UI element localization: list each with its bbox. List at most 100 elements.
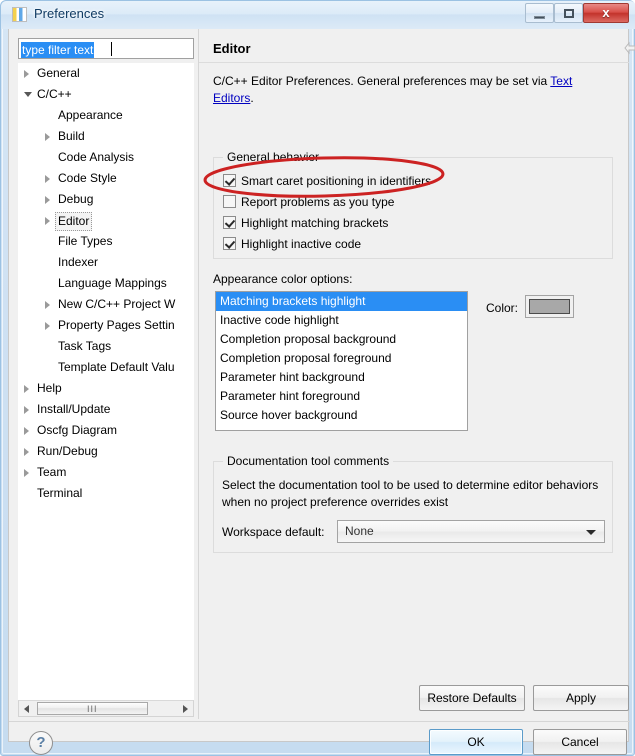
tree-item-label: Language Mappings [58, 276, 167, 290]
page-description-prefix: C/C++ Editor Preferences. General prefer… [213, 74, 551, 88]
tree-item-new-c-c-project-w[interactable]: New C/C++ Project W [18, 294, 194, 315]
title-separator [199, 62, 629, 63]
cancel-button[interactable]: Cancel [533, 729, 627, 755]
tree-item-label: Oscfg Diagram [37, 423, 118, 437]
triangle-down-icon[interactable] [24, 92, 32, 97]
scrollbar-thumb[interactable]: III [37, 702, 148, 715]
apply-button[interactable]: Apply [533, 685, 629, 711]
color-option-item[interactable]: Completion proposal background [216, 330, 467, 349]
general-behavior-title: General behavior [223, 150, 324, 164]
filter-input[interactable]: type filter text [18, 38, 194, 59]
tree-item-general[interactable]: General [18, 63, 194, 84]
restore-defaults-button[interactable]: Restore Defaults [419, 685, 525, 711]
tree-item-label: Editor [55, 212, 93, 231]
tree-item-team[interactable]: Team [18, 462, 194, 483]
triangle-right-icon[interactable] [45, 217, 50, 225]
checkbox-label: Highlight matching brackets [241, 216, 389, 230]
checkbox-unchecked-icon[interactable] [223, 195, 236, 208]
page-description-suffix: . [250, 91, 254, 105]
preferences-tree[interactable]: General C/C++ Appearance Build Code Analysis… [18, 63, 194, 700]
triangle-right-icon[interactable] [24, 406, 29, 414]
appearance-color-options-list[interactable]: Matching brackets highlight Inactive code… [215, 291, 468, 431]
tree-item-help[interactable]: Help [18, 378, 194, 399]
triangle-right-icon[interactable] [24, 385, 29, 393]
close-button[interactable]: x [583, 3, 629, 23]
window-title: Preferences [34, 6, 105, 21]
color-swatch [529, 299, 570, 314]
tree-item-label: Code Analysis [58, 150, 135, 164]
color-label: Color: [486, 301, 519, 315]
tree-item-label: Template Default Valu [58, 360, 175, 374]
tree-item-language-mappings[interactable]: Language Mappings [18, 273, 194, 294]
back-arrow-icon[interactable] [622, 40, 635, 56]
general-behavior-group: General behavior Smart caret positioning… [213, 150, 613, 259]
triangle-right-icon[interactable] [24, 427, 29, 435]
triangle-right-icon[interactable] [45, 175, 50, 183]
footer-separator [9, 721, 630, 722]
tree-item-appearance[interactable]: Appearance [18, 105, 194, 126]
tree-horizontal-scrollbar[interactable]: III [18, 700, 194, 717]
triangle-right-icon[interactable] [45, 133, 50, 141]
color-option-item[interactable]: Inactive code highlight [216, 311, 467, 330]
tree-item-label: Property Pages Settin [58, 318, 175, 332]
scrollbar-grip: III [87, 704, 98, 714]
color-option-item[interactable]: Parameter hint background [216, 368, 467, 387]
minimize-icon [534, 16, 545, 19]
triangle-right-icon[interactable] [45, 301, 50, 309]
workspace-default-select[interactable]: None [337, 520, 605, 543]
chevron-down-icon [586, 530, 596, 535]
tree-item-template-default-valu[interactable]: Template Default Valu [18, 357, 194, 378]
color-option-item[interactable]: Parameter hint foreground [216, 387, 467, 406]
maximize-button[interactable] [554, 3, 583, 23]
color-option-item[interactable]: Completion proposal foreground [216, 349, 467, 368]
tree-item-label: Build [58, 129, 85, 143]
tree-item-code-style[interactable]: Code Style [18, 168, 194, 189]
tree-item-label: C/C++ [37, 87, 72, 101]
triangle-right-icon [183, 705, 188, 713]
checkbox-label: Report problems as you type [241, 195, 395, 209]
triangle-right-icon[interactable] [24, 448, 29, 456]
tree-item-file-types[interactable]: File Types [18, 231, 194, 252]
triangle-right-icon[interactable] [24, 469, 29, 477]
triangle-right-icon[interactable] [45, 196, 50, 204]
color-option-item[interactable]: Matching brackets highlight [216, 292, 467, 311]
documentation-tool-comments-title: Documentation tool comments [223, 454, 394, 468]
tree-item-indexer[interactable]: Indexer [18, 252, 194, 273]
checkbox-checked-icon[interactable] [223, 174, 236, 187]
tree-item-run-debug[interactable]: Run/Debug [18, 441, 194, 462]
scroll-left-button[interactable] [19, 701, 34, 716]
tree-item-c-c[interactable]: C/C++ [18, 84, 194, 105]
workspace-default-value: None [345, 524, 374, 538]
checkbox-checked-icon[interactable] [223, 216, 236, 229]
tree-item-label: Run/Debug [37, 444, 98, 458]
tree-item-property-pages-settin[interactable]: Property Pages Settin [18, 315, 194, 336]
tree-item-editor[interactable]: Editor [18, 210, 194, 231]
text-caret [111, 42, 112, 56]
page-title: Editor [213, 41, 251, 56]
minimize-button[interactable] [525, 3, 554, 23]
help-button[interactable]: ? [29, 731, 53, 755]
tree-item-build[interactable]: Build [18, 126, 194, 147]
tree-item-oscfg-diagram[interactable]: Oscfg Diagram [18, 420, 194, 441]
preferences-icon [12, 7, 27, 22]
tree-item-install-update[interactable]: Install/Update [18, 399, 194, 420]
appearance-color-options-label: Appearance color options: [213, 272, 353, 286]
color-swatch-button[interactable] [525, 295, 574, 318]
checkbox-label: Highlight inactive code [241, 237, 362, 251]
page-description: C/C++ Editor Preferences. General prefer… [213, 73, 613, 107]
scroll-right-button[interactable] [178, 701, 193, 716]
color-option-item[interactable]: Source hover background [216, 406, 467, 425]
tree-item-terminal[interactable]: Terminal [18, 483, 194, 504]
tree-item-code-analysis[interactable]: Code Analysis [18, 147, 194, 168]
ok-button[interactable]: OK [429, 729, 523, 755]
triangle-right-icon[interactable] [45, 322, 50, 330]
tree-item-label: Terminal [37, 486, 83, 500]
tree-item-debug[interactable]: Debug [18, 189, 194, 210]
maximize-icon [564, 9, 574, 18]
window-titlebar[interactable]: Preferences x [1, 1, 635, 29]
preferences-window: Preferences x type filter text General C/… [0, 0, 635, 756]
checkbox-checked-icon[interactable] [223, 237, 236, 250]
tree-item-task-tags[interactable]: Task Tags [18, 336, 194, 357]
triangle-right-icon[interactable] [24, 70, 29, 78]
tree-item-label: Task Tags [58, 339, 112, 353]
